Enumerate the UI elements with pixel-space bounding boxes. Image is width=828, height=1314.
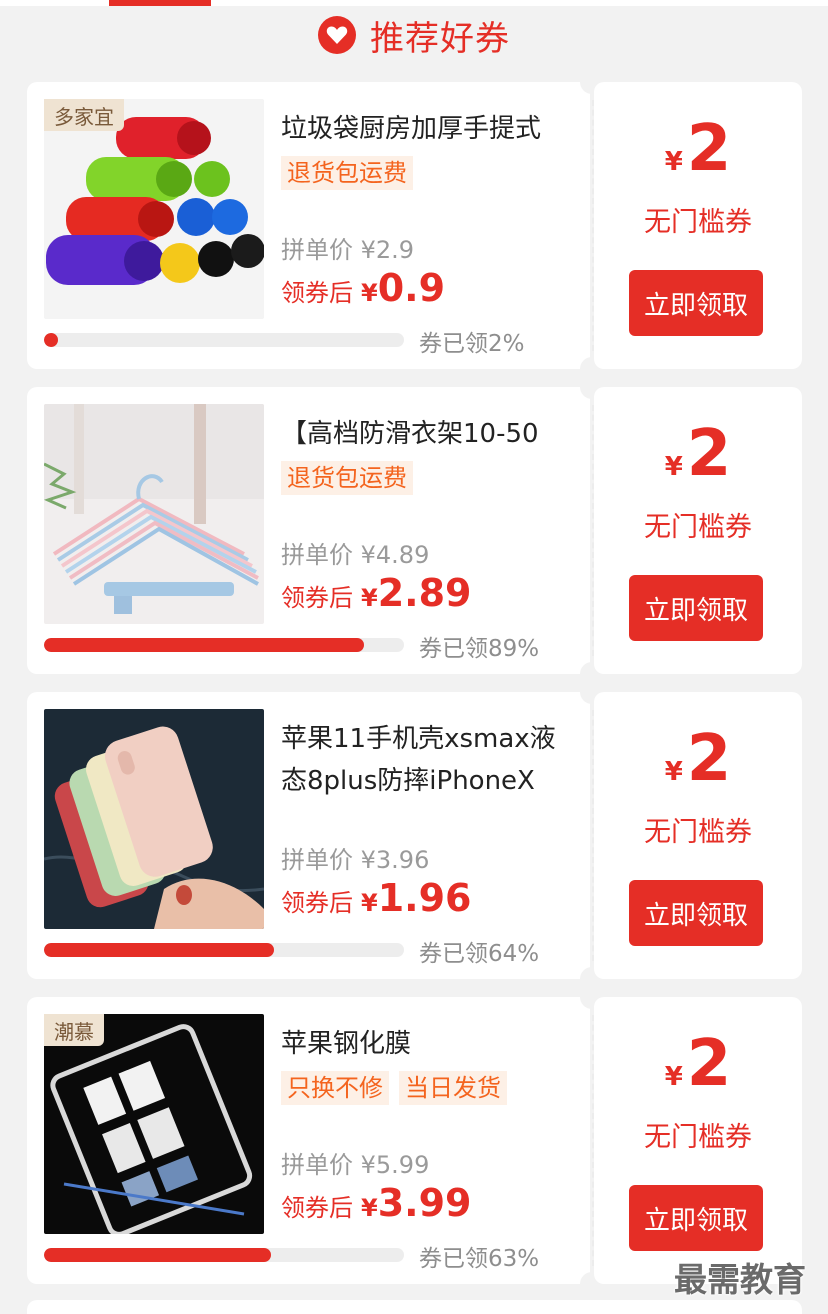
group-price: 拼单价 ¥5.99 bbox=[281, 1151, 430, 1179]
claim-progress-bar bbox=[44, 638, 404, 652]
watermark: 最需教育 bbox=[674, 1260, 806, 1299]
product-title[interactable]: 【高档防滑衣架10-50 bbox=[281, 413, 581, 455]
yen-symbol: ¥ bbox=[361, 1194, 378, 1222]
heart-icon bbox=[318, 16, 356, 54]
claim-progress-text: 券已领2% bbox=[419, 331, 525, 357]
service-tag: 只换不修 bbox=[281, 1071, 389, 1105]
coupon-panel: ¥ 2 无门槛券 立即领取 bbox=[594, 387, 802, 674]
coupon-amount: ¥ 2 bbox=[594, 112, 802, 186]
coupon-value: 2 bbox=[686, 722, 732, 796]
coupon-type: 无门槛券 bbox=[644, 512, 752, 543]
coupon-type: 无门槛券 bbox=[644, 207, 752, 238]
product-title[interactable]: 苹果11手机壳xsmax液态8plus防摔iPhoneX bbox=[281, 718, 581, 802]
after-coupon-price: 领券后 ¥ 2.89 bbox=[281, 571, 471, 619]
coupon-value: 2 bbox=[686, 112, 732, 186]
yen-symbol: ¥ bbox=[664, 452, 683, 482]
after-coupon-label: 领券后 bbox=[281, 584, 353, 612]
after-coupon-value: 1.96 bbox=[377, 876, 472, 920]
after-coupon-label: 领券后 bbox=[281, 1194, 353, 1222]
coupon-value: 2 bbox=[686, 417, 732, 491]
after-coupon-value: 2.89 bbox=[377, 571, 472, 615]
claim-progress-fill bbox=[44, 1248, 271, 1262]
coupon-page: 推荐好券 多家宜 垃圾袋厨房加厚手提式 退货包运费 拼单价 ¥2.9 领券后 ¥… bbox=[0, 0, 828, 1314]
group-price: 拼单价 ¥3.96 bbox=[281, 846, 430, 874]
coupon-card[interactable]: 【高档防滑衣架10-50 退货包运费 拼单价 ¥4.89 领券后 ¥ 2.89 … bbox=[27, 375, 802, 686]
product-panel[interactable]: 多家宜 垃圾袋厨房加厚手提式 退货包运费 拼单价 ¥2.9 领券后 ¥ 0.9 … bbox=[27, 82, 590, 369]
claim-progress-fill bbox=[44, 638, 365, 652]
coupon-card[interactable]: 潮慕 苹果钢化膜 只换不修 当日发货 拼单价 ¥5.99 领券后 ¥ 3.99 … bbox=[27, 985, 802, 1296]
service-tags: 只换不修 当日发货 bbox=[281, 1071, 507, 1105]
claim-progress-fill bbox=[44, 943, 275, 957]
coupon-card[interactable]: 多家宜 垃圾袋厨房加厚手提式 退货包运费 拼单价 ¥2.9 领券后 ¥ 0.9 … bbox=[27, 70, 802, 381]
claim-progress-fill bbox=[44, 333, 59, 347]
after-coupon-value: 3.99 bbox=[377, 1181, 472, 1225]
coupon-amount: ¥ 2 bbox=[594, 722, 802, 796]
yen-symbol: ¥ bbox=[664, 1062, 683, 1092]
coupon-type: 无门槛券 bbox=[644, 1122, 752, 1153]
product-title[interactable]: 苹果钢化膜 bbox=[281, 1023, 581, 1065]
claim-progress-text: 券已领63% bbox=[419, 1246, 540, 1272]
claim-button[interactable]: 立即领取 bbox=[629, 880, 763, 946]
product-title[interactable]: 垃圾袋厨房加厚手提式 bbox=[281, 108, 581, 150]
claim-progress-text: 券已领64% bbox=[419, 941, 540, 967]
after-coupon-price: 领券后 ¥ 0.9 bbox=[281, 266, 445, 314]
coupon-card[interactable]: 苹果11手机壳xsmax液态8plus防摔iPhoneX 拼单价 ¥3.96 领… bbox=[27, 680, 802, 991]
shop-tag: 潮慕 bbox=[44, 1014, 104, 1046]
product-panel[interactable]: 潮慕 苹果钢化膜 只换不修 当日发货 拼单价 ¥5.99 领券后 ¥ 3.99 … bbox=[27, 997, 590, 1284]
service-tag: 当日发货 bbox=[399, 1071, 507, 1105]
claim-progress-bar bbox=[44, 1248, 404, 1262]
coupon-amount: ¥ 2 bbox=[594, 1027, 802, 1101]
section-header: 推荐好券 bbox=[0, 10, 828, 60]
product-image[interactable] bbox=[44, 1014, 264, 1234]
after-coupon-price: 领券后 ¥ 3.99 bbox=[281, 1181, 471, 1229]
coupon-value: 2 bbox=[686, 1027, 732, 1101]
product-image[interactable] bbox=[44, 404, 264, 624]
claim-button[interactable]: 立即领取 bbox=[629, 575, 763, 641]
coupon-panel: ¥ 2 无门槛券 立即领取 bbox=[594, 82, 802, 369]
coupon-panel: ¥ 2 无门槛券 立即领取 bbox=[594, 692, 802, 979]
claim-button[interactable]: 立即领取 bbox=[629, 1185, 763, 1251]
service-tags: 退货包运费 bbox=[281, 156, 413, 190]
section-title: 推荐好券 bbox=[370, 18, 510, 59]
next-coupon-card[interactable] bbox=[27, 1300, 802, 1314]
yen-symbol: ¥ bbox=[361, 584, 378, 612]
service-tag: 退货包运费 bbox=[281, 461, 413, 495]
coupon-panel: ¥ 2 无门槛券 立即领取 bbox=[594, 997, 802, 1284]
product-image[interactable] bbox=[44, 709, 264, 929]
claim-progress-bar bbox=[44, 943, 404, 957]
claim-button[interactable]: 立即领取 bbox=[629, 270, 763, 336]
yen-symbol: ¥ bbox=[664, 757, 683, 787]
product-image[interactable] bbox=[44, 99, 264, 319]
claim-progress-bar bbox=[44, 333, 404, 347]
claim-progress-text: 券已领89% bbox=[419, 636, 540, 662]
after-coupon-value: 0.9 bbox=[377, 266, 446, 310]
active-tab-indicator bbox=[109, 0, 211, 6]
yen-symbol: ¥ bbox=[361, 889, 378, 917]
product-panel[interactable]: 苹果11手机壳xsmax液态8plus防摔iPhoneX 拼单价 ¥3.96 领… bbox=[27, 692, 590, 979]
yen-symbol: ¥ bbox=[361, 279, 378, 307]
yen-symbol: ¥ bbox=[664, 147, 683, 177]
group-price: 拼单价 ¥4.89 bbox=[281, 541, 430, 569]
after-coupon-price: 领券后 ¥ 1.96 bbox=[281, 876, 471, 924]
service-tags: 退货包运费 bbox=[281, 461, 413, 495]
service-tag: 退货包运费 bbox=[281, 156, 413, 190]
product-panel[interactable]: 【高档防滑衣架10-50 退货包运费 拼单价 ¥4.89 领券后 ¥ 2.89 … bbox=[27, 387, 590, 674]
coupon-type: 无门槛券 bbox=[644, 817, 752, 848]
coupon-amount: ¥ 2 bbox=[594, 417, 802, 491]
after-coupon-label: 领券后 bbox=[281, 279, 353, 307]
group-price: 拼单价 ¥2.9 bbox=[281, 236, 415, 264]
shop-tag: 多家宜 bbox=[44, 99, 124, 131]
after-coupon-label: 领券后 bbox=[281, 889, 353, 917]
